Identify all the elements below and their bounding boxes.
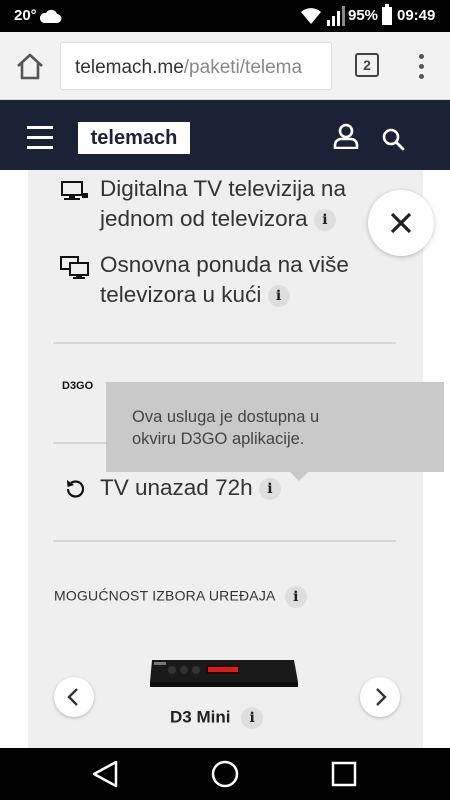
- back-icon[interactable]: [76, 748, 136, 800]
- address-bar[interactable]: telemach.me/paketi/telema: [60, 42, 332, 90]
- status-bar: 20° 95% 09:49: [0, 0, 450, 32]
- previous-device-button[interactable]: [54, 677, 94, 717]
- battery-percent: 95%: [348, 7, 379, 24]
- info-icon[interactable]: i: [241, 707, 264, 729]
- tab-switcher-button[interactable]: 2: [355, 53, 379, 77]
- chevron-right-icon: [376, 688, 387, 706]
- feature-line: Digitalna TV televizija na: [100, 176, 346, 201]
- battery-icon: [382, 4, 392, 25]
- feature-text: TV unazad 72h i: [100, 473, 281, 503]
- overflow-menu-icon[interactable]: [412, 50, 432, 82]
- replay-icon: [66, 480, 85, 498]
- close-button[interactable]: [368, 190, 434, 256]
- set-top-box-image[interactable]: [148, 652, 300, 692]
- tooltip-line: okviru D3GO aplikacije.: [132, 430, 305, 448]
- url-host: telemach.me: [75, 57, 184, 78]
- feature-text: Digitalna TV televizija na jednom od tel…: [100, 174, 346, 234]
- multi-tv-icon: [60, 256, 89, 279]
- wifi-icon: [301, 8, 321, 24]
- feature-line: Osnovna ponuda na više: [100, 252, 349, 277]
- home-circle-icon[interactable]: [195, 748, 255, 800]
- user-icon[interactable]: [333, 123, 359, 149]
- feature-text: Osnovna ponuda na više televizora u kući…: [100, 250, 349, 310]
- browser-toolbar: telemach.me/paketi/telema 2: [0, 32, 450, 100]
- home-icon[interactable]: [14, 50, 46, 82]
- url-text: telemach.me/paketi/telema: [75, 57, 302, 79]
- device-name: D3 Mini i: [170, 707, 264, 729]
- system-navigation-bar: [0, 748, 450, 800]
- chevron-left-icon: [67, 688, 78, 706]
- feature-line: televizora u kući i: [100, 280, 349, 310]
- tooltip-line: Ova usluga je dostupna u: [132, 408, 320, 426]
- url-path: /paketi/telema: [183, 57, 303, 78]
- site-logo[interactable]: telemach: [78, 122, 190, 154]
- info-tooltip: Ova usluga je dostupna u okviru D3GO apl…: [106, 382, 444, 481]
- clock: 09:49: [397, 7, 436, 24]
- section-title-text: MOGUĆNOST IZBORA UREĐAJA: [54, 587, 275, 604]
- cloud-icon: [39, 9, 62, 23]
- hamburger-menu-icon[interactable]: [27, 126, 53, 150]
- tv-icon: [61, 181, 88, 200]
- info-icon[interactable]: i: [284, 586, 307, 608]
- feature-line: jednom od televizora i: [100, 204, 346, 234]
- device-name-text: D3 Mini: [170, 707, 231, 727]
- info-icon[interactable]: i: [313, 209, 336, 232]
- feature-line-text: televizora u kući: [100, 282, 262, 307]
- next-device-button[interactable]: [360, 677, 400, 717]
- info-icon[interactable]: i: [258, 478, 281, 501]
- close-icon: [390, 212, 412, 234]
- device-section-title: MOGUĆNOST IZBORA UREĐAJA i: [54, 586, 307, 608]
- d3go-logo: D3GO: [62, 380, 94, 392]
- info-icon[interactable]: i: [267, 285, 290, 308]
- feature-line-text: jednom od televizora: [100, 206, 308, 231]
- site-header: telemach: [0, 100, 450, 170]
- temperature-label: 20°: [14, 7, 37, 24]
- divider: [53, 540, 396, 542]
- recents-icon[interactable]: [314, 748, 374, 800]
- feature-line-text: TV unazad 72h: [100, 475, 253, 500]
- search-icon[interactable]: [381, 127, 405, 151]
- signal-icon: [327, 6, 345, 26]
- divider: [53, 342, 396, 344]
